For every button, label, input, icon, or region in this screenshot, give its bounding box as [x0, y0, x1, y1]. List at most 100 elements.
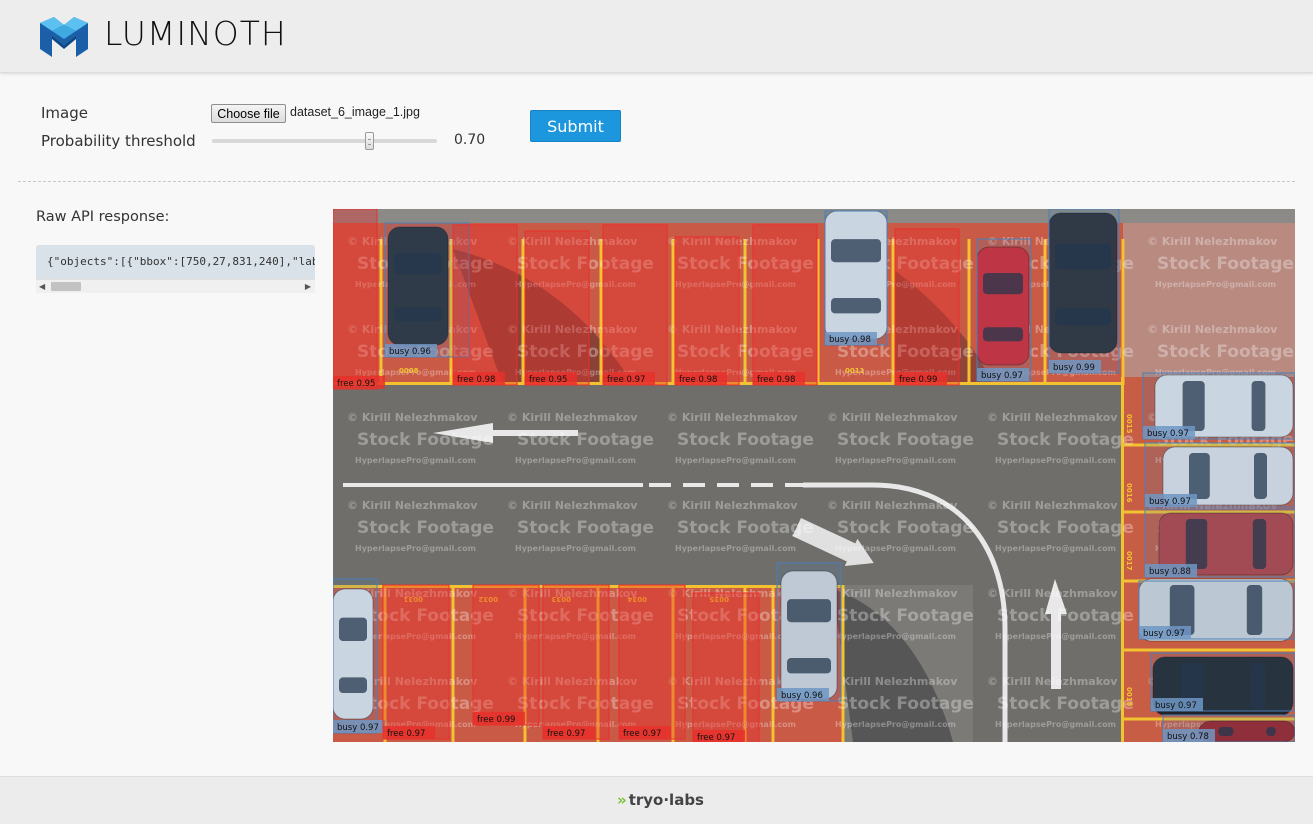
detection-label: free 0.95: [337, 379, 375, 389]
spot-number: 0016: [1125, 483, 1133, 503]
detection-label: busy 0.96: [781, 691, 823, 701]
watermark-author: © Kirill Nelezhmakov: [987, 587, 1118, 600]
tryolabs-mark-icon: »: [617, 791, 627, 809]
watermark-email: HyperlapsePro@gmail.com: [835, 632, 956, 641]
watermark-author: © Kirill Nelezhmakov: [827, 411, 958, 424]
raw-response-code: {"objects":[{"bbox":[750,27,831,240],"la…: [47, 255, 315, 268]
detection-label: free 0.98: [457, 375, 495, 385]
detection-box: [452, 224, 518, 386]
detection-label: busy 0.97: [1143, 629, 1185, 639]
threshold-value: 0.70: [454, 132, 486, 148]
detection-box: [894, 228, 960, 386]
free-spot-detection: free 0.97: [382, 584, 450, 740]
detection-box: [674, 236, 740, 386]
detection-label: busy 0.99: [1053, 363, 1095, 373]
watermark-stock: Stock Footage: [997, 430, 1134, 450]
watermark-email: HyperlapsePro@gmail.com: [355, 456, 476, 465]
slider-track[interactable]: [212, 139, 437, 143]
detection-label: busy 0.96: [389, 347, 431, 357]
spot-number: 0008: [399, 367, 419, 375]
free-spot-detection: free 0.98: [674, 236, 740, 386]
luminoth-logo-icon: [40, 17, 88, 57]
detection-box: [602, 224, 668, 386]
scroll-left-icon[interactable]: ◀: [39, 282, 45, 292]
detection-box: [333, 578, 378, 734]
detection-box: [692, 592, 760, 742]
raw-response-scrollbar[interactable]: ◀ ▶: [36, 279, 315, 293]
detection-label: busy 0.98: [829, 335, 871, 345]
parking-lot-scene: © Kirill Nelezhmakov Stock Footage Hyperla…: [333, 209, 1295, 742]
slider-thumb[interactable]: [365, 132, 374, 150]
choose-file-button[interactable]: Choose file: [211, 104, 286, 123]
watermark-author: © Kirill Nelezhmakov: [347, 499, 478, 512]
free-spot-detection: free 0.99: [894, 228, 960, 386]
free-spot-detection: free 0.98: [452, 224, 518, 386]
detection-box: [752, 224, 818, 386]
detection-label: busy 0.97: [337, 723, 379, 733]
watermark-stock: Stock Footage: [677, 518, 814, 538]
app-header: LUMINOTH: [0, 0, 1313, 73]
watermark-stock: Stock Footage: [517, 518, 654, 538]
busy-spot-detection: busy 0.99: [1048, 209, 1120, 374]
watermark-author: © Kirill Nelezhmakov: [667, 411, 798, 424]
watermark-author: © Kirill Nelezhmakov: [1147, 323, 1278, 336]
detection-box: [382, 584, 450, 740]
spot-number: 0011: [845, 367, 865, 375]
busy-spot-detection: busy 0.97: [1150, 652, 1295, 712]
watermark-author: © Kirill Nelezhmakov: [987, 499, 1118, 512]
image-label: Image: [41, 104, 88, 122]
detection-label: busy 0.78: [1167, 732, 1209, 742]
detection-box: [618, 584, 686, 740]
watermark-stock: Stock Footage: [357, 518, 494, 538]
watermark-author: © Kirill Nelezhmakov: [987, 411, 1118, 424]
busy-spot-detection: busy 0.97: [1142, 372, 1295, 440]
watermark-stock: Stock Footage: [1157, 254, 1294, 274]
detection-label: free 0.97: [623, 729, 661, 739]
watermark-author: © Kirill Nelezhmakov: [347, 411, 478, 424]
busy-spot-detection: busy 0.97: [976, 238, 1032, 382]
watermark-stock: Stock Footage: [357, 430, 494, 450]
watermark-author: © Kirill Nelezhmakov: [987, 675, 1118, 688]
watermark-email: HyperlapsePro@gmail.com: [995, 544, 1116, 553]
watermark-author: © Kirill Nelezhmakov: [827, 499, 958, 512]
scroll-right-icon[interactable]: ▶: [305, 282, 311, 292]
watermark-email: HyperlapsePro@gmail.com: [355, 544, 476, 553]
watermark-email: HyperlapsePro@gmail.com: [1155, 280, 1276, 289]
busy-spot-detection: busy 0.97: [1138, 580, 1295, 640]
submit-button[interactable]: Submit: [530, 110, 621, 142]
watermark-email: HyperlapsePro@gmail.com: [995, 456, 1116, 465]
threshold-label: Probability threshold: [41, 132, 196, 150]
scrollbar-thumb[interactable]: [51, 282, 81, 291]
watermark-author: © Kirill Nelezhmakov: [1147, 235, 1278, 248]
detection-box: [472, 584, 540, 726]
detection-label: free 0.98: [757, 375, 795, 385]
spot-number: 0018: [1125, 687, 1133, 707]
watermark-email: HyperlapsePro@gmail.com: [835, 456, 956, 465]
detection-label: free 0.99: [899, 375, 937, 385]
raw-response-label: Raw API response:: [36, 209, 170, 225]
watermark-author: © Kirill Nelezhmakov: [507, 411, 638, 424]
busy-spot-detection: busy 0.98: [824, 210, 888, 346]
detection-box: [542, 584, 610, 740]
watermark-stock: Stock Footage: [997, 518, 1134, 538]
watermark-stock: Stock Footage: [1157, 342, 1294, 362]
detection-box: [776, 562, 842, 702]
free-spot-detection: free 0.95: [524, 230, 590, 386]
busy-spot-detection: busy 0.88: [1144, 508, 1295, 578]
detection-label: busy 0.97: [1149, 497, 1191, 507]
busy-spot-detection: busy 0.97: [1144, 442, 1295, 508]
spot-number: 0015: [1125, 414, 1133, 434]
detection-box: [333, 209, 378, 390]
watermark-stock: Stock Footage: [837, 430, 974, 450]
watermark-stock: Stock Footage: [997, 694, 1134, 714]
detection-box: [1048, 209, 1120, 374]
watermark-email: HyperlapsePro@gmail.com: [995, 632, 1116, 641]
free-spot-detection: free 0.99: [472, 584, 540, 726]
detection-label: free 0.97: [387, 729, 425, 739]
watermark-stock: Stock Footage: [997, 606, 1134, 626]
watermark-stock: Stock Footage: [677, 430, 814, 450]
watermark-email: HyperlapsePro@gmail.com: [835, 720, 956, 729]
tryolabs-logo[interactable]: » tryo·labs: [617, 791, 704, 809]
detection-label: free 0.97: [547, 729, 585, 739]
busy-spot-detection: busy 0.78: [1162, 714, 1295, 742]
